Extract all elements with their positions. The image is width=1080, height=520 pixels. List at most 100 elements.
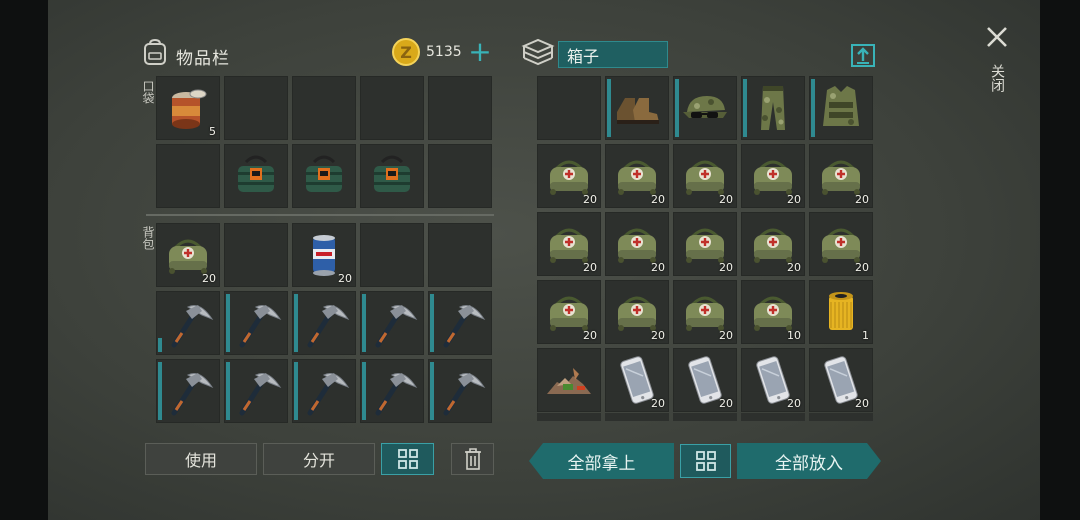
item-count: 20 bbox=[651, 329, 665, 342]
item-count: 20 bbox=[338, 272, 352, 285]
item-count: 1 bbox=[862, 329, 869, 342]
backpack-slot[interactable] bbox=[360, 291, 424, 355]
item-count: 20 bbox=[583, 193, 597, 206]
grid-icon bbox=[397, 449, 418, 469]
backpack-slot[interactable] bbox=[360, 359, 424, 423]
box-slot[interactable]: 20 bbox=[741, 348, 805, 412]
backpack-slot[interactable] bbox=[224, 291, 288, 355]
pocket-slot[interactable] bbox=[224, 144, 288, 208]
inventory-screen: 物品栏 Z 5135 + 口袋 背包 5 20 20 使用 分开 箱子 20 20 2… bbox=[48, 0, 1040, 520]
item-count: 5 bbox=[209, 125, 216, 138]
box-slot[interactable] bbox=[537, 348, 601, 412]
backpack-slot[interactable] bbox=[360, 223, 424, 287]
backpack-slot[interactable]: 20 bbox=[156, 223, 220, 287]
item-count: 20 bbox=[719, 261, 733, 274]
box-slot[interactable]: 20 bbox=[809, 144, 873, 208]
pocket-slot[interactable] bbox=[360, 144, 424, 208]
item-count: 20 bbox=[583, 329, 597, 342]
upload-icon-button[interactable] bbox=[850, 42, 876, 68]
backpack-slot[interactable] bbox=[428, 291, 492, 355]
trash-button[interactable] bbox=[451, 443, 494, 475]
pocket-slot[interactable] bbox=[292, 76, 356, 140]
pocket-label: 口袋 bbox=[141, 80, 155, 104]
item-count: 20 bbox=[855, 193, 869, 206]
box-slot[interactable] bbox=[809, 76, 873, 140]
box-slot[interactable]: 20 bbox=[537, 280, 601, 344]
box-slot[interactable]: 1 bbox=[809, 280, 873, 344]
svg-text:Z: Z bbox=[400, 43, 412, 62]
box-name-field[interactable]: 箱子 bbox=[558, 41, 668, 68]
backpack-slot[interactable] bbox=[292, 359, 356, 423]
box-slot[interactable]: 20 bbox=[605, 280, 669, 344]
box-slot[interactable]: 20 bbox=[673, 212, 737, 276]
box-slot[interactable]: 20 bbox=[537, 144, 601, 208]
backpack-label: 背包 bbox=[141, 226, 155, 250]
item-count: 20 bbox=[583, 261, 597, 274]
item-count: 20 bbox=[651, 397, 665, 410]
box-icon bbox=[520, 36, 556, 68]
backpack-slot[interactable] bbox=[224, 223, 288, 287]
item-count: 20 bbox=[651, 193, 665, 206]
item-count: 20 bbox=[855, 397, 869, 410]
backpack-slot[interactable] bbox=[292, 291, 356, 355]
pocket-grid: 5 bbox=[156, 76, 492, 208]
section-divider bbox=[146, 214, 494, 216]
take-all-button[interactable]: 全部拿上 bbox=[529, 443, 674, 479]
sort-box-button[interactable] bbox=[680, 444, 731, 478]
box-slot[interactable]: 20 bbox=[673, 348, 737, 412]
backpack-slot[interactable] bbox=[224, 359, 288, 423]
box-slot[interactable]: 20 bbox=[605, 348, 669, 412]
box-grid-scroll-peek bbox=[537, 413, 873, 421]
backpack-slot[interactable]: 20 bbox=[292, 223, 356, 287]
box-slot[interactable] bbox=[537, 76, 601, 140]
box-grid: 20 20 20 20 20 20 20 20 20 20 20 20 20 10 1 20 20 20 20 bbox=[537, 76, 873, 412]
box-slot[interactable]: 20 bbox=[809, 212, 873, 276]
item-count: 10 bbox=[787, 329, 801, 342]
box-slot[interactable] bbox=[605, 76, 669, 140]
box-slot[interactable]: 20 bbox=[605, 212, 669, 276]
item-count: 20 bbox=[787, 261, 801, 274]
coin-icon: Z bbox=[392, 38, 420, 66]
add-coins-button[interactable]: + bbox=[468, 38, 492, 66]
box-slot[interactable] bbox=[673, 76, 737, 140]
close-label: 关闭 bbox=[989, 64, 1005, 92]
item-count: 20 bbox=[719, 397, 733, 410]
close-button[interactable]: 关闭 bbox=[982, 22, 1012, 102]
backpack-icon bbox=[142, 38, 168, 66]
box-slot[interactable]: 20 bbox=[605, 144, 669, 208]
item-count: 20 bbox=[651, 261, 665, 274]
item-count: 20 bbox=[719, 193, 733, 206]
grid-icon bbox=[695, 451, 716, 471]
sort-inventory-button[interactable] bbox=[381, 443, 434, 475]
box-slot[interactable]: 20 bbox=[741, 212, 805, 276]
backpack-slot[interactable] bbox=[156, 291, 220, 355]
backpack-slot[interactable] bbox=[428, 359, 492, 423]
pocket-slot[interactable] bbox=[428, 144, 492, 208]
item-count: 20 bbox=[787, 193, 801, 206]
pocket-slot[interactable] bbox=[428, 76, 492, 140]
coin-count: 5135 bbox=[426, 44, 462, 60]
inventory-title: 物品栏 bbox=[176, 49, 230, 69]
box-slot[interactable]: 20 bbox=[673, 280, 737, 344]
backpack-grid: 20 20 bbox=[156, 223, 492, 423]
item-count: 20 bbox=[855, 261, 869, 274]
box-slot[interactable]: 20 bbox=[673, 144, 737, 208]
backpack-slot[interactable] bbox=[428, 223, 492, 287]
put-all-button[interactable]: 全部放入 bbox=[737, 443, 881, 479]
pocket-slot[interactable] bbox=[156, 144, 220, 208]
close-icon bbox=[987, 27, 1007, 47]
box-slot[interactable]: 10 bbox=[741, 280, 805, 344]
backpack-slot[interactable] bbox=[156, 359, 220, 423]
box-slot[interactable]: 20 bbox=[741, 144, 805, 208]
split-button[interactable]: 分开 bbox=[263, 443, 375, 475]
use-button[interactable]: 使用 bbox=[145, 443, 257, 475]
box-slot[interactable]: 20 bbox=[537, 212, 601, 276]
pocket-slot[interactable]: 5 bbox=[156, 76, 220, 140]
item-count: 20 bbox=[719, 329, 733, 342]
pocket-slot[interactable] bbox=[360, 76, 424, 140]
pocket-slot[interactable] bbox=[292, 144, 356, 208]
trash-icon bbox=[464, 448, 481, 470]
pocket-slot[interactable] bbox=[224, 76, 288, 140]
box-slot[interactable]: 20 bbox=[809, 348, 873, 412]
box-slot[interactable] bbox=[741, 76, 805, 140]
